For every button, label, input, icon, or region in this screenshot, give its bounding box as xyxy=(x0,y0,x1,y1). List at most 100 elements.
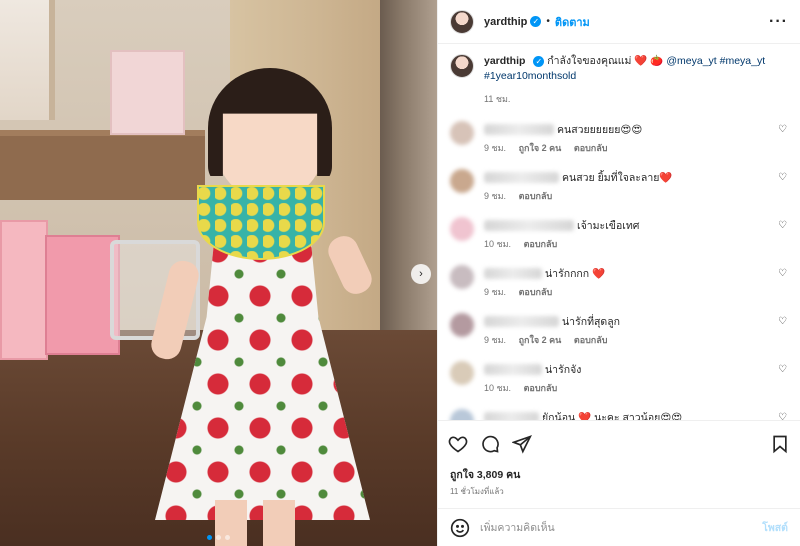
comment-text: น่ารักกกก ❤️ xyxy=(545,267,606,280)
photo-drawers xyxy=(110,50,185,135)
comment-line: คนสวย ยิ้มที่ใจละลาย❤️ xyxy=(484,169,772,185)
header-username[interactable]: yardthip xyxy=(484,16,527,28)
chevron-right-icon: › xyxy=(419,268,423,280)
reply-button[interactable]: ตอบกลับ xyxy=(574,143,608,153)
comment-item: น่ารักที่สุดลูก 9 ชม. ถูกใจ 2 คน ตอบกลับ… xyxy=(450,313,788,361)
commenter-name-blurred[interactable] xyxy=(484,267,542,279)
comment-item: น่ารักกกก ❤️ 9 ชม. ตอบกลับ ♡ xyxy=(450,265,788,313)
commenter-avatar[interactable] xyxy=(450,265,474,289)
comment-meta: 9 ชม. ตอบกลับ xyxy=(484,285,772,299)
comment-text: คนสวย ยิ้มที่ใจละลาย❤️ xyxy=(562,171,673,184)
comments-list[interactable]: yardthip ✓ กำลังใจของคุณแม่ ❤️ 🍅 @meya_y… xyxy=(438,44,800,420)
comment-body: น่ารักกกก ❤️ 9 ชม. ตอบกลับ xyxy=(484,265,772,299)
reply-button[interactable]: ตอบกลับ xyxy=(519,191,553,201)
separator: • xyxy=(546,16,550,27)
commenter-name-blurred[interactable] xyxy=(484,171,559,183)
likes-count[interactable]: ถูกใจ 3,809 คน xyxy=(438,466,800,483)
comment-text: เจ้ามะเขือเทศ xyxy=(577,219,640,232)
more-options-icon[interactable]: ··· xyxy=(769,13,788,31)
comment-line: น่ารักที่สุดลูก xyxy=(484,313,772,329)
comment-time: 9 ชม. xyxy=(484,143,507,153)
comment-heart-icon[interactable]: ♡ xyxy=(778,124,788,135)
photo-pink-box xyxy=(45,235,120,355)
carousel-dots xyxy=(0,535,437,540)
comment-text: ยักน้อน ❤️ นะคะ สาวน้อย😍😍 xyxy=(542,411,683,421)
comment-text: น่ารักจัง xyxy=(545,363,582,376)
comment-line: น่ารักกกก ❤️ xyxy=(484,265,772,281)
caption-mention[interactable]: @meya_yt xyxy=(666,55,716,67)
comment-text: คนสวยยยยยย😍😍 xyxy=(557,123,643,136)
commenter-avatar[interactable] xyxy=(450,313,474,337)
comment-likes[interactable]: ถูกใจ 2 คน xyxy=(519,335,562,345)
comment-icon[interactable] xyxy=(480,434,500,454)
heart-icon[interactable] xyxy=(448,434,468,454)
comment-item: คนสวย ยิ้มที่ใจละลาย❤️ 9 ชม. ตอบกลับ ♡ xyxy=(450,169,788,217)
follow-button[interactable]: ติดตาม xyxy=(555,13,590,31)
posted-time: 11 ชั่วโมงที่แล้ว xyxy=(450,487,504,496)
post-comment-button[interactable]: โพสต์ xyxy=(762,519,788,536)
comment-heart-icon[interactable]: ♡ xyxy=(778,412,788,420)
share-icon[interactable] xyxy=(512,434,532,454)
commenter-avatar[interactable] xyxy=(450,409,474,420)
commenter-name-blurred[interactable] xyxy=(484,123,554,135)
caption-body: yardthip ✓ กำลังใจของคุณแม่ ❤️ 🍅 @meya_y… xyxy=(484,54,788,107)
comment-line: ยักน้อน ❤️ นะคะ สาวน้อย😍😍 xyxy=(484,409,772,420)
commenter-name-blurred[interactable] xyxy=(484,315,559,327)
reply-button[interactable]: ตอบกลับ xyxy=(574,335,608,345)
commenter-name-blurred[interactable] xyxy=(484,411,539,420)
commenter-avatar[interactable] xyxy=(450,361,474,385)
reply-button[interactable]: ตอบกลับ xyxy=(519,287,553,297)
caption-emoji: ❤️ 🍅 xyxy=(634,55,664,67)
bookmark-icon[interactable] xyxy=(770,434,790,454)
caption-time: 11 ชม. xyxy=(484,94,511,104)
comment-heart-icon[interactable]: ♡ xyxy=(778,220,788,231)
comment-line: เจ้ามะเขือเทศ xyxy=(484,217,772,233)
commenter-avatar[interactable] xyxy=(450,169,474,193)
commenter-name-blurred[interactable] xyxy=(484,219,574,231)
next-photo-button[interactable]: › xyxy=(411,264,431,284)
emoji-icon[interactable] xyxy=(450,518,470,538)
action-bar xyxy=(438,420,800,466)
avatar[interactable] xyxy=(450,9,474,34)
avatar[interactable] xyxy=(450,54,474,78)
commenter-avatar[interactable] xyxy=(450,121,474,145)
comment-line: คนสวยยยยยย😍😍 xyxy=(484,121,772,137)
comment-time: 9 ชม. xyxy=(484,191,507,201)
carousel-dot xyxy=(207,535,212,540)
comment-meta: 9 ชม. ตอบกลับ xyxy=(484,189,772,203)
comment-body: เจ้ามะเขือเทศ 10 ชม. ตอบกลับ xyxy=(484,217,772,251)
commenter-avatar[interactable] xyxy=(450,217,474,241)
comment-likes[interactable]: ถูกใจ 2 คน xyxy=(519,143,562,153)
comment-item: เจ้ามะเขือเทศ 10 ชม. ตอบกลับ ♡ xyxy=(450,217,788,265)
commenter-name-blurred[interactable] xyxy=(484,363,542,375)
comment-time: 9 ชม. xyxy=(484,335,507,345)
comment-item: น่ารักจัง 10 ชม. ตอบกลับ ♡ xyxy=(450,361,788,409)
comment-meta: 9 ชม. ถูกใจ 2 คน ตอบกลับ xyxy=(484,141,772,155)
comment-item: ยักน้อน ❤️ นะคะ สาวน้อย😍😍 2 ชม. ตอบกลับ … xyxy=(450,409,788,420)
add-comment-bar: เพิ่มความคิดเห็น โพสต์ xyxy=(438,508,800,546)
photo-window xyxy=(0,0,55,120)
comment-heart-icon[interactable]: ♡ xyxy=(778,172,788,183)
reply-button[interactable]: ตอบกลับ xyxy=(524,383,558,393)
caption-username[interactable]: yardthip xyxy=(484,55,525,67)
post-header: yardthip ✓ • ติดตาม ··· xyxy=(438,0,800,44)
reply-button[interactable]: ตอบกลับ xyxy=(524,239,558,249)
caption-text: กำลังใจของคุณแม่ xyxy=(547,55,632,67)
instagram-post: › yardthip ✓ • ติดตาม ··· yardthip ✓ กำล… xyxy=(0,0,800,546)
comment-heart-icon[interactable]: ♡ xyxy=(778,316,788,327)
verified-icon: ✓ xyxy=(530,16,542,27)
comment-heart-icon[interactable]: ♡ xyxy=(778,268,788,279)
comment-input[interactable]: เพิ่มความคิดเห็น xyxy=(480,519,555,536)
verified-icon: ✓ xyxy=(533,56,545,67)
comment-line: น่ารักจัง xyxy=(484,361,772,377)
comment-heart-icon[interactable]: ♡ xyxy=(778,364,788,375)
carousel-dot xyxy=(225,535,230,540)
comment-body: น่ารักจัง 10 ชม. ตอบกลับ xyxy=(484,361,772,395)
comment-body: น่ารักที่สุดลูก 9 ชม. ถูกใจ 2 คน ตอบกลับ xyxy=(484,313,772,347)
comment-item: คนสวยยยยยย😍😍 9 ชม. ถูกใจ 2 คน ตอบกลับ ♡ xyxy=(450,121,788,169)
carousel-dot xyxy=(216,535,221,540)
photo-shelf xyxy=(0,130,205,200)
comment-time: 10 ชม. xyxy=(484,383,512,393)
post-photo[interactable]: › xyxy=(0,0,437,546)
comment-body: ยักน้อน ❤️ นะคะ สาวน้อย😍😍 2 ชม. ตอบกลับ xyxy=(484,409,772,420)
